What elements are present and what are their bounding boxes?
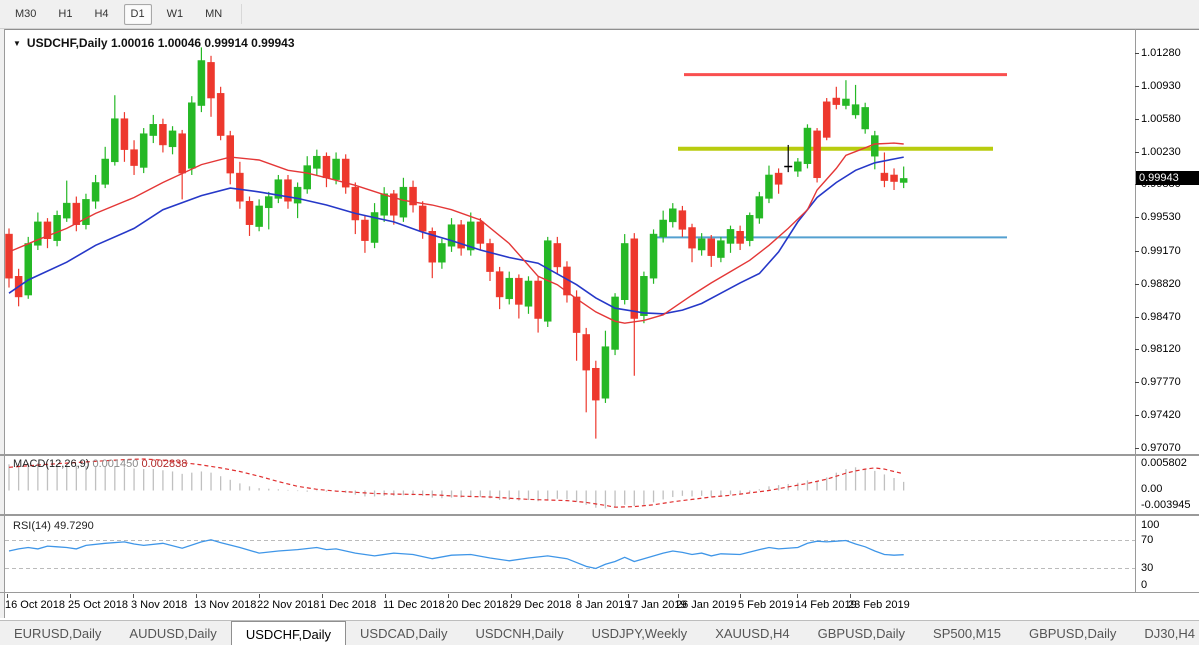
price-axis-label: 0.98470 — [1141, 311, 1181, 324]
date-axis-label: 11 Dec 2018 — [383, 599, 445, 611]
price-tick — [1135, 217, 1139, 218]
price-tick — [1135, 415, 1139, 416]
price-tick — [1135, 119, 1139, 120]
date-tick — [133, 594, 134, 598]
date-axis-label: 26 Jan 2019 — [676, 599, 737, 611]
date-axis-label: 13 Nov 2018 — [194, 599, 256, 611]
price-tick — [1135, 349, 1139, 350]
price-tick — [1135, 53, 1139, 54]
date-axis-label: 1 Dec 2018 — [320, 599, 376, 611]
pane-separator-rsi[interactable] — [0, 514, 1199, 516]
price-axis-label: 0.99530 — [1141, 211, 1181, 224]
price-tick — [1135, 152, 1139, 153]
symbol-dropdown-icon[interactable]: ▼ — [13, 39, 21, 48]
price-axis-label: 1.00580 — [1141, 113, 1181, 126]
date-tick — [448, 594, 449, 598]
price-tick — [1135, 251, 1139, 252]
date-tick — [322, 594, 323, 598]
price-axis-label: 0.97420 — [1141, 409, 1181, 422]
rsi-axis-label: 70 — [1141, 534, 1153, 547]
macd-axis-label: 0.005802 — [1141, 457, 1187, 470]
price-axis-label: 1.01280 — [1141, 47, 1181, 60]
chart-symbol: USDCHF,Daily — [27, 36, 108, 50]
pane-separator-macd[interactable] — [0, 454, 1199, 456]
date-axis-label: 22 Nov 2018 — [257, 599, 319, 611]
chart-tab-usdcad-3[interactable]: USDCAD,Daily — [346, 621, 461, 645]
price-axis-label: 0.97070 — [1141, 442, 1181, 455]
chart-tab-eurusd-0[interactable]: EURUSD,Daily — [0, 621, 115, 645]
date-tick — [678, 594, 679, 598]
date-tick — [797, 594, 798, 598]
rsi-axis-label: 30 — [1141, 562, 1153, 575]
macd-signal-value: 0.002838 — [141, 458, 187, 470]
date-tick — [740, 594, 741, 598]
macd-label: MACD(12,26,9) 0.001450 0.002838 — [13, 458, 187, 470]
price-axis-label: 0.98820 — [1141, 278, 1181, 291]
macd-main-value: 0.001450 — [92, 458, 138, 470]
date-axis-label: 16 Oct 2018 — [5, 599, 65, 611]
date-tick — [70, 594, 71, 598]
macd-axis-label: 0.00 — [1141, 483, 1162, 496]
date-axis-label: 3 Nov 2018 — [131, 599, 187, 611]
chart-tab-usdcnh-4[interactable]: USDCNH,Daily — [461, 621, 577, 645]
price-tick — [1135, 86, 1139, 87]
rsi-line — [9, 540, 904, 569]
date-axis-label: 5 Feb 2019 — [738, 599, 794, 611]
rsi-axis-label: 100 — [1141, 519, 1159, 532]
date-tick — [7, 594, 8, 598]
price-axis-border — [1135, 29, 1136, 593]
rsi-axis-label: 0 — [1141, 579, 1147, 592]
chart-title: ▼ USDCHF,Daily 1.00016 1.00046 0.99914 0.… — [13, 36, 295, 50]
chart-tab-usdjpy-5[interactable]: USDJPY,Weekly — [578, 621, 702, 645]
date-tick — [511, 594, 512, 598]
date-axis-label: 20 Dec 2018 — [446, 599, 508, 611]
date-axis-label: 23 Feb 2019 — [848, 599, 910, 611]
pane-separator-dates — [0, 592, 1199, 593]
chart-tabs-bar: EURUSD,DailyAUDUSD,DailyUSDCHF,DailyUSDC… — [0, 620, 1199, 645]
chart-tab-usdchf-2[interactable]: USDCHF,Daily — [231, 621, 346, 645]
date-tick — [578, 594, 579, 598]
price-axis-label: 1.00230 — [1141, 146, 1181, 159]
date-tick — [385, 594, 386, 598]
price-axis-label: 0.98120 — [1141, 343, 1181, 356]
chart-canvas[interactable] — [0, 0, 1199, 645]
ohlc-low: 0.99914 — [204, 36, 247, 50]
chart-tab-gbpusd-7[interactable]: GBPUSD,Daily — [804, 621, 919, 645]
macd-axis-label: -0.003945 — [1141, 499, 1191, 512]
date-tick — [259, 594, 260, 598]
date-axis-label: 8 Jan 2019 — [576, 599, 630, 611]
chart-tab-xauusd-6[interactable]: XAUUSD,H4 — [701, 621, 803, 645]
price-tick — [1135, 382, 1139, 383]
ohlc-high: 1.00046 — [158, 36, 201, 50]
current-price-box: 0.99943 — [1136, 171, 1199, 185]
price-axis-label: 0.97770 — [1141, 376, 1181, 389]
date-tick — [196, 594, 197, 598]
ohlc-open: 1.00016 — [111, 36, 154, 50]
rsi-value: 49.7290 — [54, 520, 94, 532]
price-axis-label: 1.00930 — [1141, 80, 1181, 93]
chart-tab-dj30-10[interactable]: DJ30,H4 — [1130, 621, 1199, 645]
chart-tab-gbpusd-9[interactable]: GBPUSD,Daily — [1015, 621, 1130, 645]
date-axis-label: 29 Dec 2018 — [509, 599, 571, 611]
price-tick — [1135, 317, 1139, 318]
price-axis-label: 0.99170 — [1141, 245, 1181, 258]
date-tick — [628, 594, 629, 598]
chart-tab-audusd-1[interactable]: AUDUSD,Daily — [115, 621, 230, 645]
mt4-window: M30H1H4D1W1MN ▼USDCHF,Daily 1.00016 1.00… — [0, 0, 1199, 645]
date-axis-label: 25 Oct 2018 — [68, 599, 128, 611]
rsi-label: RSI(14) 49.7290 — [13, 520, 94, 532]
price-tick — [1135, 284, 1139, 285]
ohlc-close: 0.99943 — [251, 36, 294, 50]
chart-tab-sp500-8[interactable]: SP500,M15 — [919, 621, 1015, 645]
price-tick — [1135, 448, 1139, 449]
date-tick — [850, 594, 851, 598]
